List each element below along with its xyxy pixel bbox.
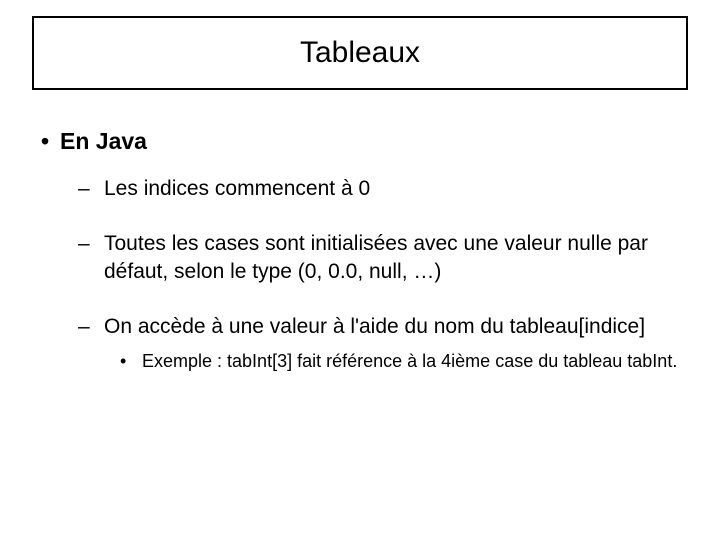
bullet-dot-icon: • [120,350,142,373]
slide-content: • En Java – Les indices commencent à 0 –… [30,128,690,374]
bullet-level3: • Exemple : tabInt[3] fait référence à l… [120,350,690,373]
bullet-level2: – Toutes les cases sont initialisées ave… [78,230,690,285]
bullet-dash-icon: – [78,313,104,340]
bullet-level2: – On accède à une valeur à l'aide du nom… [78,313,690,340]
sub-point-3a: Exemple : tabInt[3] fait référence à la … [142,350,677,373]
bullet-dot-icon: • [30,128,60,155]
bullet-level2: – Les indices commencent à 0 [78,175,690,202]
heading-text: En Java [60,128,147,155]
bullet-level1: • En Java [30,128,690,155]
bullet-dash-icon: – [78,230,104,285]
sub-point-3: On accède à une valeur à l'aide du nom d… [104,313,645,340]
sub-point-2: Toutes les cases sont initialisées avec … [104,230,690,285]
title-box: Tableaux [32,16,688,90]
slide-title: Tableaux [300,36,420,70]
sub-point-1: Les indices commencent à 0 [104,175,370,202]
bullet-dash-icon: – [78,175,104,202]
